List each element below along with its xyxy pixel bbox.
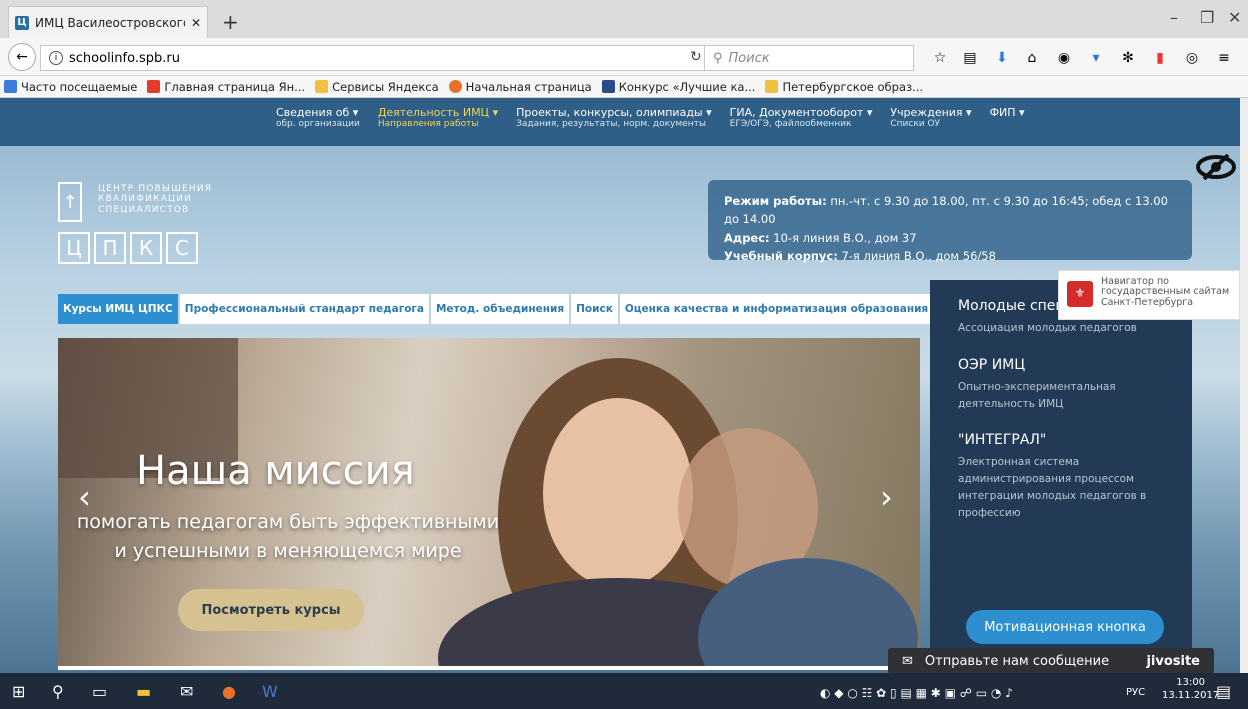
firefox-icon (448, 80, 462, 93)
bookmark-item[interactable]: Петербургское образ... (765, 80, 923, 94)
word-icon[interactable]: W (262, 682, 278, 701)
addon-icon[interactable]: ◎ (1184, 50, 1200, 66)
windows-start-icon[interactable]: ⊞ (12, 682, 25, 701)
page-scrollbar[interactable] (1240, 98, 1248, 673)
yandex-icon (147, 80, 161, 93)
bookmark-item[interactable]: Часто посещаемые (4, 80, 137, 94)
folder-icon (765, 80, 779, 93)
pocket-icon[interactable]: ◉ (1056, 50, 1072, 66)
close-window-button[interactable]: ✕ (1228, 8, 1241, 27)
language-indicator[interactable]: РУС (1126, 687, 1145, 698)
hero-slider: Наша миссия помогать педагогам быть эффе… (58, 338, 920, 666)
slider-prev-icon[interactable]: ‹ (78, 478, 91, 516)
tab-prof-standard[interactable]: Профессиональный стандарт педагога (179, 294, 429, 324)
info-icon[interactable]: i (49, 51, 63, 65)
panel-link-desc[interactable]: Электронная система администрирования пр… (958, 454, 1158, 521)
slider-bottom-bar (58, 666, 920, 670)
back-button[interactable]: ← (8, 43, 36, 71)
nav-item-deyatelnost[interactable]: Деятельность ИМЦ ▾ Направления работы (378, 98, 508, 146)
menu-icon[interactable]: ≡ (1216, 50, 1232, 66)
firefox-icon[interactable]: ● (222, 682, 236, 701)
panel-link-desc[interactable]: Ассоциация молодых педагогов (958, 320, 1192, 337)
content-tabs: Курсы ИМЦ ЦПКС Профессиональный стандарт… (58, 294, 934, 324)
tab-poisk[interactable]: Поиск (571, 294, 618, 324)
jivo-message: Отправьте нам сообщение (924, 653, 1110, 669)
view-courses-button[interactable]: Посмотреть курсы (178, 589, 364, 631)
tab-ocenka[interactable]: Оценка качества и информатизация образов… (619, 294, 934, 324)
cart-icon[interactable]: ▾ (1088, 50, 1104, 66)
spb-emblem-icon: ⚜ (1067, 281, 1093, 307)
bookmark-flag-icon[interactable]: ▮ (1152, 50, 1168, 66)
site-icon (601, 80, 615, 93)
site-navigation: Сведения об ▾ обр. организации Деятельнос… (0, 98, 1240, 146)
arrow-up-icon: ↑ (58, 182, 82, 222)
jivo-chat-widget[interactable]: ✉ Отправьте нам сообщение jivosite (888, 648, 1214, 673)
bookmark-item[interactable]: Начальная страница (448, 80, 592, 94)
nav-item-proekty[interactable]: Проекты, конкурсы, олимпиады ▾ Задания, р… (516, 98, 722, 146)
reload-icon[interactable]: ↻ (690, 49, 702, 65)
notifications-icon[interactable]: ▤ (1216, 682, 1231, 701)
favicon-icon: Ц (15, 15, 29, 30)
browser-tab[interactable]: Ц ИМЦ Василеостровского р ✕ (8, 6, 208, 38)
accessibility-eye-icon[interactable] (1196, 153, 1236, 187)
contact-info-box: Режим работы: пн.-чт. с 9.30 до 18.00, п… (708, 180, 1192, 263)
navigator-text: Навигатор по государственным сайтам Санк… (1101, 276, 1230, 308)
search-placeholder: Поиск (728, 50, 770, 66)
mail-icon[interactable]: ✉ (180, 682, 193, 701)
bookmarks-bar: Часто посещаемые Главная страница Ян... … (0, 76, 1248, 98)
bookmark-item[interactable]: Главная страница Ян... (147, 80, 305, 94)
maximize-button[interactable]: ❐ (1200, 8, 1214, 27)
url-bar[interactable]: i schoolinfo.spb.ru (40, 45, 715, 71)
slide-subtext: помогать педагогам быть эффективными и у… (76, 511, 500, 563)
bookmark-item[interactable]: Сервисы Яндекса (315, 80, 439, 94)
new-tab-button[interactable]: + (222, 10, 239, 34)
tab-kursy[interactable]: Курсы ИМЦ ЦПКС (58, 294, 178, 324)
nav-item-gia[interactable]: ГИА, Документооборот ▾ ЕГЭ/ОГЭ, файлообме… (730, 98, 883, 146)
panel-link-title[interactable]: "ИНТЕГРАЛ" (958, 432, 1192, 448)
bookmark-icon (4, 80, 17, 93)
minimize-button[interactable]: – (1170, 8, 1178, 27)
close-tab-icon[interactable]: ✕ (191, 16, 201, 30)
search-icon[interactable]: ⚲ (52, 682, 64, 701)
slide-heading: Наша миссия (136, 448, 415, 494)
motivation-button[interactable]: Мотивационная кнопка (966, 610, 1164, 644)
panel-link-desc[interactable]: Опытно-экспериментальная деятельность ИМ… (958, 379, 1138, 413)
nav-item-fip[interactable]: ФИП ▾ (990, 98, 1035, 146)
task-view-icon[interactable]: ▭ (92, 682, 107, 701)
file-explorer-icon[interactable]: ▬ (136, 682, 151, 701)
nav-item-uchrezhdeniya[interactable]: Учреждения ▾ Списки ОУ (890, 98, 981, 146)
face-shape (543, 398, 693, 588)
web-page: Сведения об ▾ обр. организации Деятельнос… (0, 98, 1240, 673)
navigator-widget[interactable]: ⚜ Навигатор по государственным сайтам Са… (1058, 270, 1240, 320)
search-icon: ⚲ (713, 50, 723, 66)
download-icon[interactable]: ⬇ (994, 50, 1010, 66)
reading-list-icon[interactable]: ▤ (962, 50, 978, 66)
envelope-icon: ✉ (902, 653, 913, 669)
panel-link-title[interactable]: ОЭР ИМЦ (958, 357, 1192, 373)
nav-item-svedeniya[interactable]: Сведения об ▾ обр. организации (276, 98, 370, 146)
bookmark-item[interactable]: Конкурс «Лучшие ка... (601, 80, 755, 94)
jivo-brand: jivosite (1146, 653, 1200, 669)
url-text: schoolinfo.spb.ru (69, 50, 180, 66)
tray-icons[interactable]: ◐ ◆ ○ ☷ ✿ ▯ ▤ ▦ ✱ ▣ ☍ ▭ ◔ ♪ (820, 686, 1013, 700)
folder-icon (315, 80, 329, 93)
search-input[interactable]: ⚲ Поиск (704, 45, 914, 71)
tab-metod[interactable]: Метод. объединения (430, 294, 570, 324)
bookmark-star-icon[interactable]: ☆ (932, 50, 948, 66)
slider-next-icon[interactable]: › (880, 478, 893, 516)
home-icon[interactable]: ⌂ (1024, 50, 1040, 66)
extension-icon[interactable]: ✻ (1120, 50, 1136, 66)
tab-title: ИМЦ Василеостровского р (35, 15, 185, 30)
taskbar-clock[interactable]: 13:00 13.11.2017 (1162, 677, 1219, 702)
